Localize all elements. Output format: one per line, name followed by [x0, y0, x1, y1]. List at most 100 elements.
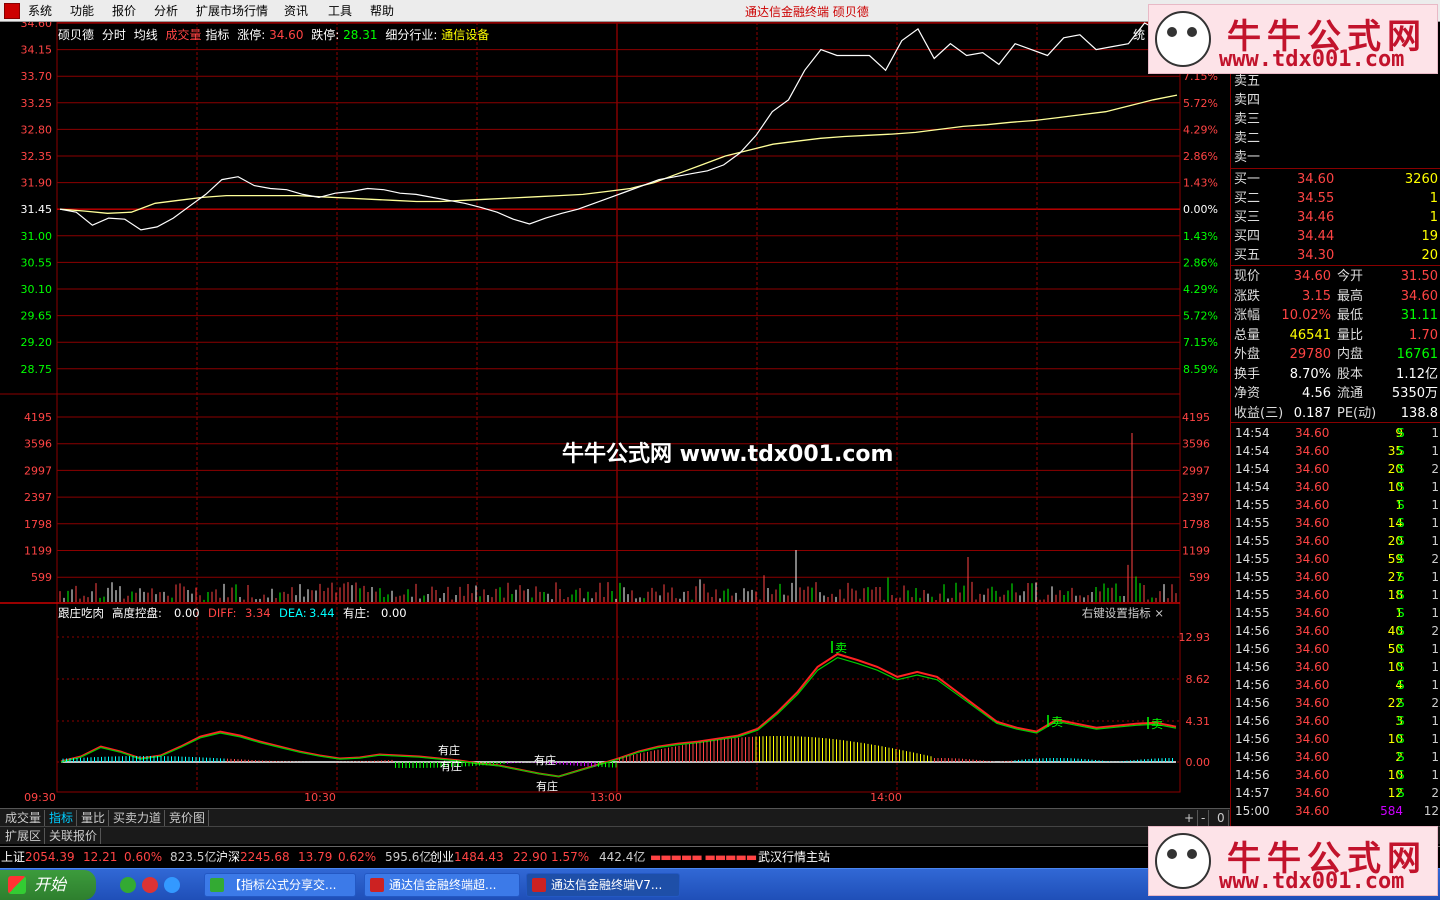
task-formula-share[interactable]: 【指标公式分享交... — [204, 873, 356, 897]
tick-price: 34.60 — [1295, 786, 1330, 800]
stat-label: 收益(三) — [1234, 405, 1284, 421]
tick-price: 34.60 — [1295, 516, 1330, 530]
indicator-axis-label: 4.31 — [1186, 715, 1211, 728]
volume-label: 成交量 — [165, 28, 202, 42]
tab-avgline[interactable]: 均线 — [134, 28, 158, 42]
tick-price: 34.60 — [1295, 624, 1330, 638]
tab-indicator[interactable]: 指标 — [46, 810, 78, 826]
zoom-reset-button[interactable]: 0 — [1214, 810, 1229, 826]
tick-row: 14:55 34.60 14 S 1 — [1231, 514, 1440, 532]
sell-level-row[interactable]: 卖二 — [1231, 129, 1440, 148]
menu-ext-market[interactable]: 扩展市场行情 — [196, 3, 268, 19]
buy-level-row[interactable]: 买三 34.46 1 — [1231, 208, 1440, 227]
watermark-url: www.tdx001.com — [1219, 47, 1405, 72]
sell-level-row[interactable]: 卖三 — [1231, 110, 1440, 129]
buy-level-price: 34.46 — [1297, 210, 1335, 225]
start-button[interactable]: 开始 — [0, 870, 96, 900]
menu-analysis[interactable]: 分析 — [154, 3, 178, 19]
tick-side: S — [1397, 498, 1405, 512]
tab-timeshare[interactable]: 分时 — [102, 28, 126, 42]
pct-axis-label: 7.15% — [1183, 336, 1218, 349]
stat-row: 外盘 29780 内盘 16761 — [1231, 345, 1440, 364]
market-strength-icon: ▬▬▬▬▬ ▬▬▬▬▬ — [650, 850, 757, 864]
menu-function[interactable]: 功能 — [70, 3, 94, 19]
intraday-chart[interactable]: 34.6010.02%34.158.59%33.707.15%33.255.72… — [0, 22, 1230, 808]
tick-count: 1 — [1431, 750, 1439, 764]
stat-value: 31.50 — [1400, 269, 1438, 284]
sell-marker-label: 卖 — [1051, 715, 1063, 729]
menu-tools[interactable]: 工具 — [328, 3, 352, 19]
tick-time: 14:55 — [1235, 498, 1270, 512]
stat-label: PE(动) — [1337, 405, 1377, 421]
buy-level-volume: 20 — [1421, 248, 1438, 263]
browser-icon[interactable] — [164, 877, 180, 893]
stat-value: 46541 — [1289, 327, 1331, 343]
tick-time: 14:55 — [1235, 534, 1270, 548]
volume-axis-label-right: 1199 — [1182, 545, 1210, 558]
divider — [1231, 265, 1440, 266]
desktop-icon[interactable] — [120, 877, 136, 893]
task-tdx-v7[interactable]: 通达信金融终端V7... — [526, 873, 680, 897]
buy-level-label: 买四 — [1234, 229, 1261, 244]
indicator-legend-item: 跟庄吃肉 — [58, 606, 104, 620]
buy-level-row[interactable]: 买二 34.55 1 — [1231, 189, 1440, 208]
sell-level-row[interactable]: 卖一 — [1231, 148, 1440, 167]
tab-related-quote[interactable]: 关联报价 — [46, 828, 102, 844]
buy-level-row[interactable]: 买五 34.30 20 — [1231, 246, 1440, 265]
tick-count: 1 — [1431, 732, 1439, 746]
youzhuang-marker-label: 有庄 — [536, 779, 558, 793]
tick-price: 34.60 — [1295, 498, 1330, 512]
tick-count: 1 — [1431, 498, 1439, 512]
sh-amount: 823.5亿 — [170, 850, 217, 864]
quicklaunch-icon[interactable] — [142, 877, 158, 893]
sh-label: 上证 — [1, 850, 26, 864]
tick-row: 14:56 34.60 10 S 1 — [1231, 766, 1440, 784]
buy-level-label: 买一 — [1234, 172, 1261, 187]
cy-pct: 1.57% — [551, 850, 590, 864]
sh-change: 12.21 — [83, 850, 118, 864]
stat-label: 换手 — [1234, 366, 1261, 382]
tick-time: 14:56 — [1235, 732, 1270, 746]
price-axis-label: 33.70 — [21, 70, 53, 83]
sell-level-row[interactable]: 卖五 — [1231, 72, 1440, 91]
zoom-in-button[interactable]: + — [1181, 810, 1199, 826]
cy-index: 1484.43 — [454, 850, 504, 864]
tick-count: 2 — [1431, 462, 1439, 476]
tick-count: 1 — [1431, 678, 1439, 692]
tab-volume-ratio[interactable]: 量比 — [78, 810, 110, 826]
sell-level-row[interactable]: 卖四 — [1231, 91, 1440, 110]
stat-label: 外盘 — [1234, 347, 1261, 362]
tab-ext-area[interactable]: 扩展区 — [2, 828, 46, 844]
buy-level-row[interactable]: 买四 34.44 19 — [1231, 227, 1440, 246]
tick-count: 1 — [1431, 534, 1439, 548]
tick-side: S — [1397, 516, 1405, 530]
tick-count: 2 — [1431, 786, 1439, 800]
tab-volume[interactable]: 成交量 — [2, 810, 46, 826]
tab-buy-sell-power[interactable]: 买卖力道 — [110, 810, 166, 826]
tick-count: 1 — [1431, 480, 1439, 494]
cy-amount: 442.4亿 — [599, 850, 646, 864]
indicator-legend-item: 3.44 — [309, 606, 335, 620]
buy-level-row[interactable]: 买一 34.60 3260 — [1231, 170, 1440, 189]
tick-price: 34.60 — [1295, 804, 1330, 818]
indicator-axis-label: 8.62 — [1186, 673, 1211, 686]
menu-info[interactable]: 资讯 — [284, 3, 308, 19]
menu-system[interactable]: 系统 — [28, 3, 52, 19]
stat-value: 1.12亿 — [1396, 366, 1438, 382]
tick-time: 14:56 — [1235, 768, 1270, 782]
task-label: 【指标公式分享交... — [229, 878, 337, 892]
start-label: 开始 — [34, 875, 67, 894]
zoom-out-button[interactable]: - — [1198, 810, 1210, 826]
indicator-legend-item: 3.34 — [245, 606, 271, 620]
tick-time: 14:56 — [1235, 678, 1270, 692]
station-name[interactable]: 武汉行情主站 — [758, 848, 830, 866]
price-axis-label: 28.75 — [21, 363, 53, 376]
buy-level-volume: 1 — [1429, 210, 1438, 225]
app-logo-icon[interactable] — [4, 3, 20, 19]
tick-row: 15:00 34.60 584 12 — [1231, 802, 1440, 820]
tab-auction[interactable]: 竞价图 — [166, 810, 210, 826]
task-tdx-super[interactable]: 通达信金融终端超... — [364, 873, 520, 897]
menu-help[interactable]: 帮助 — [370, 3, 394, 19]
menu-quote[interactable]: 报价 — [112, 3, 136, 19]
stat-value: 34.60 — [1293, 269, 1331, 284]
